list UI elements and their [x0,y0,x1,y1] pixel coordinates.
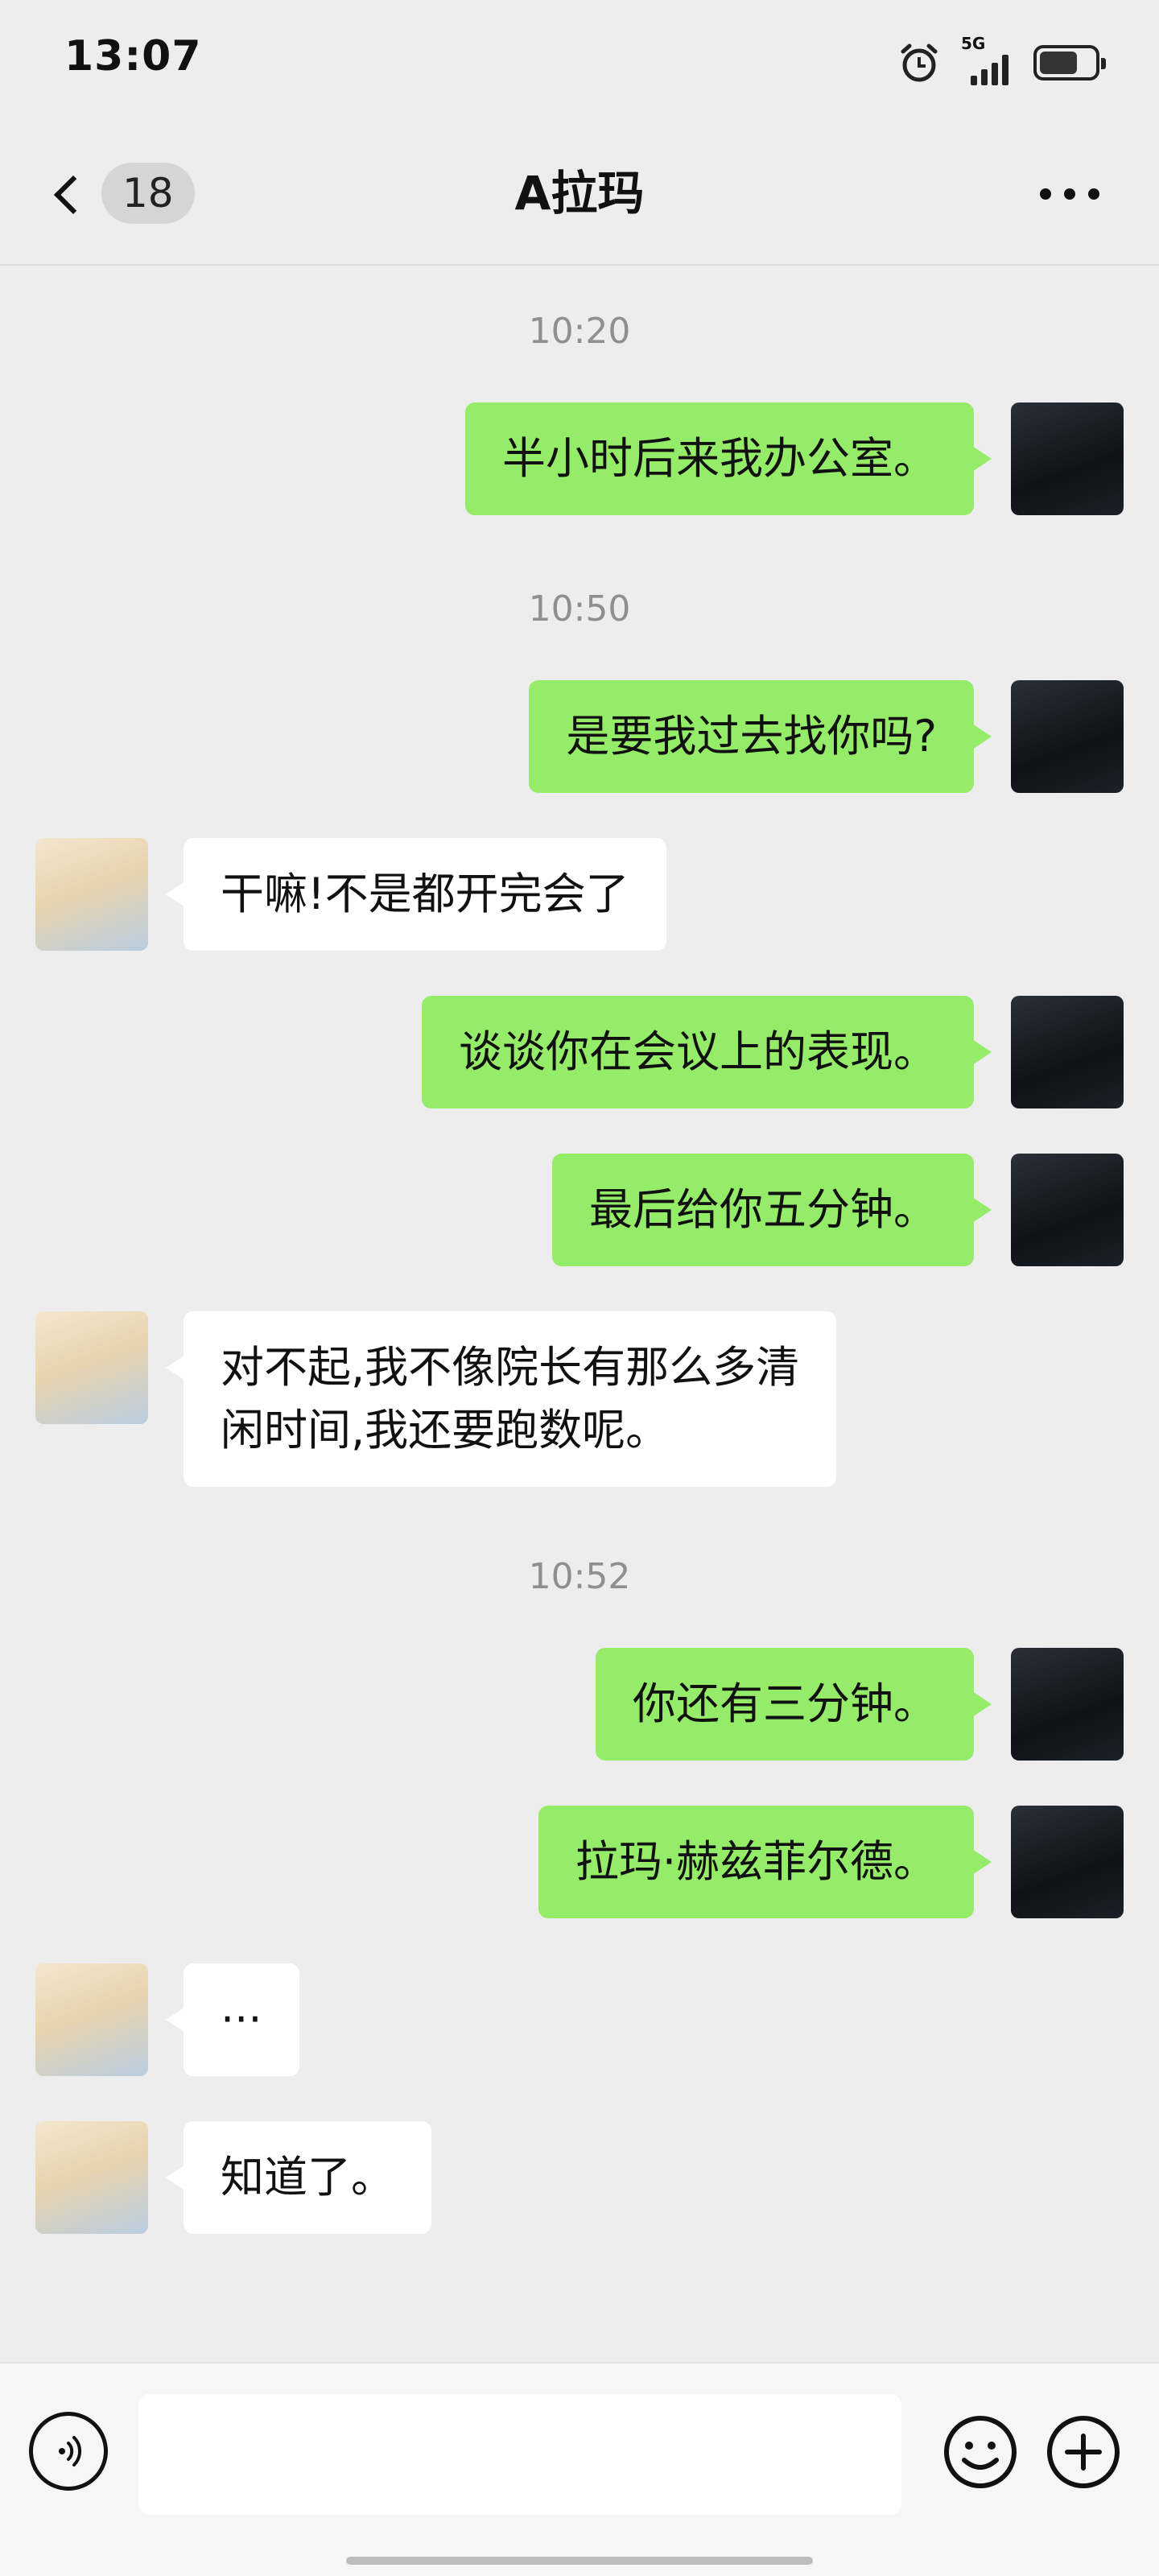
message-bubble[interactable]: 半小时后来我办公室。 [465,402,992,515]
emoji-button[interactable] [942,2413,1019,2491]
timestamp: 10:50 [528,588,631,630]
more-button[interactable] [1040,188,1099,200]
input-bar [0,2362,1159,2576]
battery-level [1040,52,1078,74]
timestamp: 10:52 [528,1556,631,1597]
status-time: 13:07 [64,32,202,80]
message-line: 闲时间,我还要跑数呢。 [221,1405,670,1455]
message-bubble[interactable]: 干嘛!不是都开完会了 [166,838,666,951]
message-bubble[interactable]: 最后给你五分钟。 [552,1154,992,1266]
voice-icon [59,2436,82,2467]
avatar[interactable] [1011,680,1124,793]
timestamp: 10:20 [528,311,631,352]
message-bubble[interactable]: 你还有三分钟。 [596,1648,992,1761]
plus-button[interactable] [1045,2413,1122,2491]
chat-title: A拉玛 [514,166,645,221]
avatar[interactable] [1011,996,1124,1108]
message-input[interactable] [138,2394,901,2515]
avatar[interactable] [35,1311,148,1424]
home-indicator[interactable] [346,2557,813,2565]
avatar[interactable] [1011,402,1124,515]
chat-header: 18 A拉玛 [0,129,1159,266]
more-icon-dot [1088,188,1099,200]
message-bubble[interactable]: ··· [166,1963,299,2076]
battery-icon [1033,45,1106,80]
emoji-icon [944,2416,1017,2488]
plus-icon [1047,2416,1120,2488]
avatar[interactable] [35,1963,148,2076]
status-bar: 13:07 5G [0,0,1159,129]
avatar[interactable] [35,2121,148,2234]
more-icon-dot [1064,188,1075,200]
message-bubble[interactable]: 是要我过去找你吗? [529,680,992,793]
signal-icon: 5G [955,34,1019,87]
message-line: 对不起,我不像院长有那么多清 [221,1342,800,1393]
status-icons: 5G [898,34,1106,87]
alarm-icon [901,43,938,82]
message-bubble[interactable]: 知道了。 [166,2121,431,2234]
message-bubble[interactable]: 拉玛·赫兹菲尔德。 [538,1806,992,1918]
message-bubble[interactable]: 对不起,我不像院长有那么多清 闲时间,我还要跑数呢。 [165,1311,837,1487]
message-bubble[interactable]: 谈谈你在会议上的表现。 [422,996,992,1108]
avatar[interactable] [1011,1806,1124,1918]
more-icon [1040,188,1051,200]
avatar[interactable] [1011,1648,1124,1761]
avatar[interactable] [1011,1154,1124,1266]
voice-button[interactable] [29,2412,108,2491]
avatar[interactable] [35,838,148,951]
